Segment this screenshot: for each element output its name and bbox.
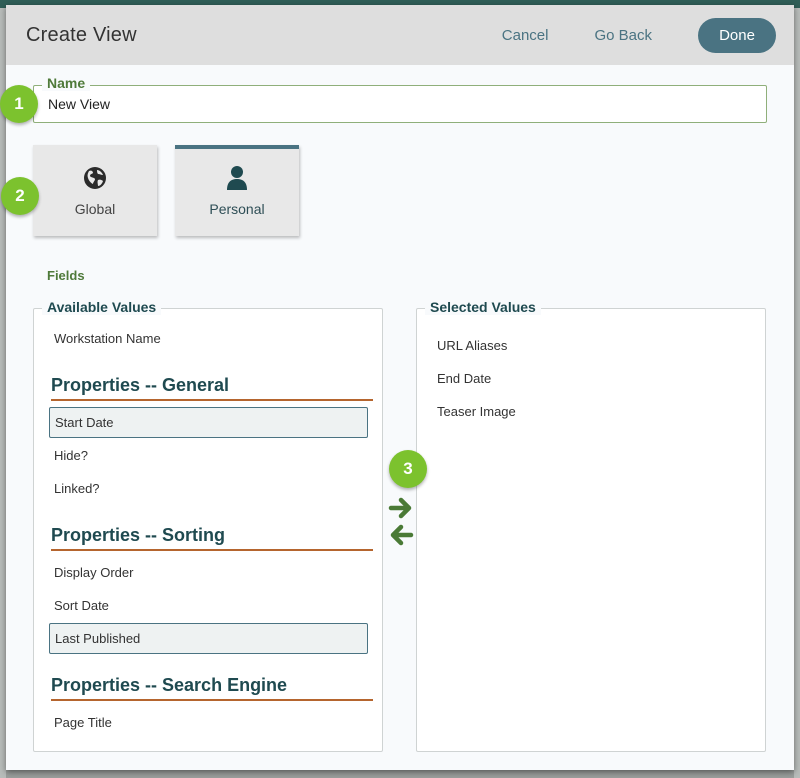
name-field: Name xyxy=(33,75,767,123)
callout-badge-3: 3 xyxy=(389,450,427,488)
callout-badge-1: 1 xyxy=(0,85,38,123)
remove-from-selected-button[interactable] xyxy=(388,524,414,546)
list-item[interactable]: Page Title xyxy=(54,715,112,730)
arrow-right-icon xyxy=(388,497,412,519)
list-item[interactable]: Display Order xyxy=(54,565,133,580)
name-input[interactable] xyxy=(48,96,748,112)
group-title-search-engine: Properties -- Search Engine xyxy=(51,675,373,701)
list-item[interactable]: URL Aliases xyxy=(437,338,507,353)
available-values-list[interactable]: Available Values Workstation Name Proper… xyxy=(33,299,383,752)
selected-values-legend: Selected Values xyxy=(425,299,541,315)
background-app-right xyxy=(794,8,800,778)
group-title-general: Properties -- General xyxy=(51,375,373,401)
go-back-button[interactable]: Go Back xyxy=(594,27,652,44)
scope-global-tile[interactable]: Global xyxy=(33,145,157,236)
add-to-selected-button[interactable] xyxy=(388,497,414,519)
name-label: Name xyxy=(42,75,91,91)
available-values-legend: Available Values xyxy=(42,299,162,315)
scope-personal-label: Personal xyxy=(209,201,265,217)
list-item[interactable]: Last Published xyxy=(49,623,368,654)
scope-global-label: Global xyxy=(74,201,116,217)
list-item[interactable]: Teaser Image xyxy=(437,404,516,419)
dialog-header: Create View Cancel Go Back Done xyxy=(6,5,794,65)
create-view-dialog: Create View Cancel Go Back Done Name Glo… xyxy=(6,5,794,770)
cancel-button[interactable]: Cancel xyxy=(502,27,549,44)
list-item[interactable]: Workstation Name xyxy=(54,331,161,346)
done-button[interactable]: Done xyxy=(698,17,776,53)
header-actions: Cancel Go Back Done xyxy=(502,17,776,53)
list-item[interactable]: Sort Date xyxy=(54,598,109,613)
globe-icon xyxy=(83,165,107,191)
list-item[interactable]: Start Date xyxy=(49,407,368,438)
scope-personal-tile[interactable]: Personal xyxy=(175,145,299,236)
list-item[interactable]: Linked? xyxy=(54,481,100,496)
list-item[interactable]: Hide? xyxy=(54,448,88,463)
callout-badge-2: 2 xyxy=(1,177,39,215)
user-icon xyxy=(226,165,248,191)
group-title-sorting: Properties -- Sorting xyxy=(51,525,373,551)
selected-values-list[interactable]: Selected Values URL Aliases End Date Tea… xyxy=(416,299,766,752)
list-item[interactable]: End Date xyxy=(437,371,491,386)
arrow-left-icon xyxy=(390,524,414,546)
dialog-title: Create View xyxy=(26,23,137,46)
fields-label: Fields xyxy=(47,268,85,283)
